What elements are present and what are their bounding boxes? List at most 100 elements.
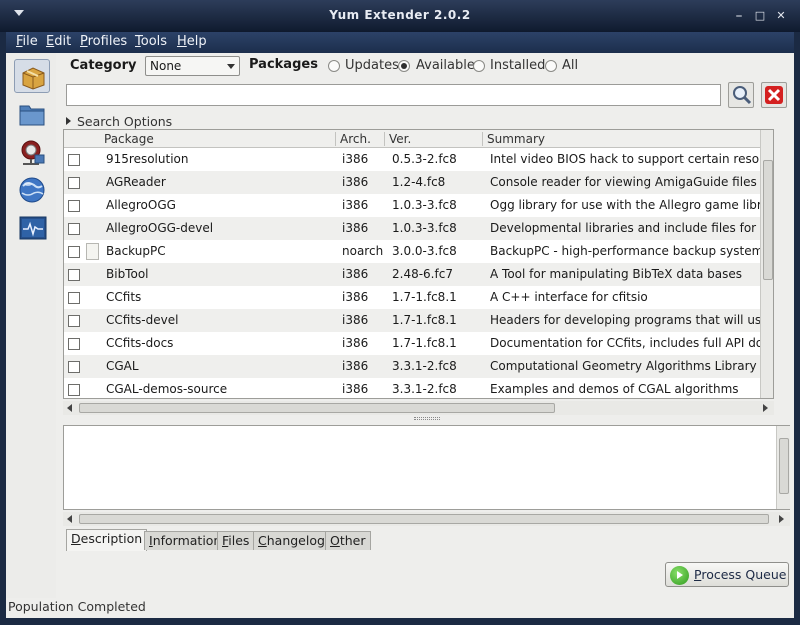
chevron-down-icon bbox=[227, 64, 235, 69]
select-checkbox[interactable] bbox=[68, 315, 80, 327]
expander-arrow-icon bbox=[66, 117, 71, 125]
package-version: 1.7-1.fc8.1 bbox=[392, 313, 457, 327]
select-checkbox[interactable] bbox=[68, 200, 80, 212]
table-row[interactable]: CCfits-docs i386 1.7-1.fc8.1 Documentation … bbox=[64, 332, 773, 355]
minimize-icon[interactable]: ⎯ bbox=[732, 9, 746, 23]
package-arch: i386 bbox=[342, 152, 369, 166]
tab-description[interactable]: Description bbox=[66, 529, 148, 551]
table-row[interactable]: AllegroOGG-devel i386 1.0.3-3.fc8 Developme… bbox=[64, 217, 773, 240]
window-title: Yum Extender 2.0.2 bbox=[329, 8, 471, 22]
tab-files[interactable]: Files bbox=[217, 531, 255, 550]
package-name: CCfits-devel bbox=[106, 313, 179, 327]
tab-other[interactable]: Other bbox=[325, 531, 371, 550]
maximize-icon[interactable]: □ bbox=[753, 9, 767, 23]
column-arch[interactable]: Arch. bbox=[340, 132, 371, 146]
package-table: Package Arch. Ver. Summary 915resolution… bbox=[63, 129, 774, 399]
package-name: CCfits-docs bbox=[106, 336, 174, 350]
close-window-icon[interactable]: ✕ bbox=[774, 9, 788, 23]
radio-installed[interactable] bbox=[473, 60, 485, 72]
radio-updates[interactable] bbox=[328, 60, 340, 72]
network-view-button[interactable] bbox=[14, 173, 50, 207]
select-checkbox[interactable] bbox=[68, 361, 80, 373]
search-options-expander[interactable]: Search Options bbox=[66, 114, 172, 129]
groups-view-button[interactable] bbox=[14, 97, 50, 131]
package-name: BackupPC bbox=[106, 244, 166, 258]
scroll-thumb[interactable] bbox=[79, 514, 769, 524]
table-row[interactable]: CCfits-devel i386 1.7-1.fc8.1 Headers for d… bbox=[64, 309, 773, 332]
column-ver[interactable]: Ver. bbox=[389, 132, 411, 146]
search-input[interactable] bbox=[66, 84, 721, 106]
scroll-thumb[interactable] bbox=[763, 160, 773, 280]
radio-all[interactable] bbox=[545, 60, 557, 72]
table-row[interactable]: AllegroOGG i386 1.0.3-3.fc8 Ogg library for… bbox=[64, 194, 773, 217]
table-row[interactable]: BibTool i386 2.48-6.fc7 A Tool for manipula… bbox=[64, 263, 773, 286]
package-arch: i386 bbox=[342, 336, 369, 350]
scroll-thumb[interactable] bbox=[779, 438, 789, 494]
package-name: AGReader bbox=[106, 175, 166, 189]
category-label: Category bbox=[70, 58, 137, 73]
column-package[interactable]: Package bbox=[104, 132, 154, 146]
pane-splitter-handle[interactable] bbox=[414, 417, 440, 420]
menu-tools[interactable]: Tools bbox=[135, 34, 167, 49]
clear-icon bbox=[765, 86, 783, 104]
output-view-button[interactable] bbox=[14, 211, 50, 245]
package-box-icon bbox=[22, 67, 45, 90]
package-summary: Ogg library for use with the Allegro gam… bbox=[490, 198, 774, 212]
menu-file[interactable]: File bbox=[16, 34, 38, 49]
table-row[interactable]: 915resolution i386 0.5.3-2.fc8 Intel video … bbox=[64, 148, 773, 171]
package-name: AllegroOGG bbox=[106, 198, 176, 212]
table-row[interactable]: BackupPC noarch 3.0.0-3.fc8 BackupPC - high… bbox=[64, 240, 773, 263]
menu-edit[interactable]: Edit bbox=[46, 34, 71, 49]
select-checkbox[interactable] bbox=[68, 338, 80, 350]
search-button[interactable] bbox=[728, 82, 754, 108]
package-summary: Developmental libraries and include file… bbox=[490, 221, 774, 235]
clear-search-button[interactable] bbox=[761, 82, 787, 108]
category-select[interactable]: None bbox=[145, 56, 240, 76]
package-summary: Intel video BIOS hack to support certain… bbox=[490, 152, 774, 166]
table-row[interactable]: CCfits i386 1.7-1.fc8.1 A C++ interface for… bbox=[64, 286, 773, 309]
package-summary: Examples and demos of CGAL algorithms bbox=[490, 382, 739, 396]
radio-updates-label: Updates bbox=[345, 58, 399, 73]
select-checkbox[interactable] bbox=[68, 177, 80, 189]
menu-bar: File Edit Profiles Tools Help bbox=[6, 32, 794, 53]
description-pane bbox=[63, 425, 790, 510]
menu-help[interactable]: Help bbox=[177, 34, 207, 49]
process-queue-button[interactable]: Process Queue bbox=[665, 562, 789, 587]
tab-changelog[interactable]: Changelog bbox=[253, 531, 330, 550]
select-checkbox[interactable] bbox=[68, 246, 80, 258]
package-arch: i386 bbox=[342, 175, 369, 189]
package-name: 915resolution bbox=[106, 152, 189, 166]
package-summary: Computational Geometry Algorithms Librar… bbox=[490, 359, 757, 373]
package-summary: Console reader for viewing AmigaGuide fi… bbox=[490, 175, 757, 189]
radio-available[interactable] bbox=[398, 60, 410, 72]
menu-profiles[interactable]: Profiles bbox=[80, 34, 127, 49]
table-vertical-scrollbar[interactable] bbox=[760, 130, 773, 398]
description-vertical-scrollbar[interactable] bbox=[776, 426, 790, 509]
package-name: AllegroOGG-devel bbox=[106, 221, 214, 235]
select-checkbox[interactable] bbox=[68, 154, 80, 166]
category-value: None bbox=[150, 59, 182, 73]
table-horizontal-scrollbar[interactable] bbox=[63, 401, 774, 415]
package-version: 1.7-1.fc8.1 bbox=[392, 336, 457, 350]
radio-all-label: All bbox=[562, 58, 579, 73]
description-horizontal-scrollbar[interactable] bbox=[63, 512, 790, 526]
package-version: 1.2-4.fc8 bbox=[392, 175, 446, 189]
package-arch: i386 bbox=[342, 290, 369, 304]
table-row[interactable]: AGReader i386 1.2-4.fc8 Console reader for … bbox=[64, 171, 773, 194]
column-summary[interactable]: Summary bbox=[487, 132, 545, 146]
packages-view-button[interactable] bbox=[14, 59, 50, 93]
select-checkbox[interactable] bbox=[68, 384, 80, 396]
repositories-view-button[interactable] bbox=[14, 135, 50, 169]
table-row[interactable]: CGAL i386 3.3.1-2.fc8 Computational Geometr… bbox=[64, 355, 773, 378]
select-checkbox[interactable] bbox=[68, 269, 80, 281]
select-checkbox[interactable] bbox=[68, 223, 80, 235]
document-icon bbox=[86, 243, 99, 260]
scroll-thumb[interactable] bbox=[79, 403, 555, 413]
go-arrow-icon bbox=[670, 566, 689, 585]
view-sidebar bbox=[6, 53, 56, 598]
select-checkbox[interactable] bbox=[68, 292, 80, 304]
package-version: 1.7-1.fc8.1 bbox=[392, 290, 457, 304]
package-arch: i386 bbox=[342, 313, 369, 327]
table-row[interactable]: CGAL-demos-source i386 3.3.1-2.fc8 Examples… bbox=[64, 378, 773, 398]
tab-information[interactable]: Information bbox=[144, 531, 227, 550]
